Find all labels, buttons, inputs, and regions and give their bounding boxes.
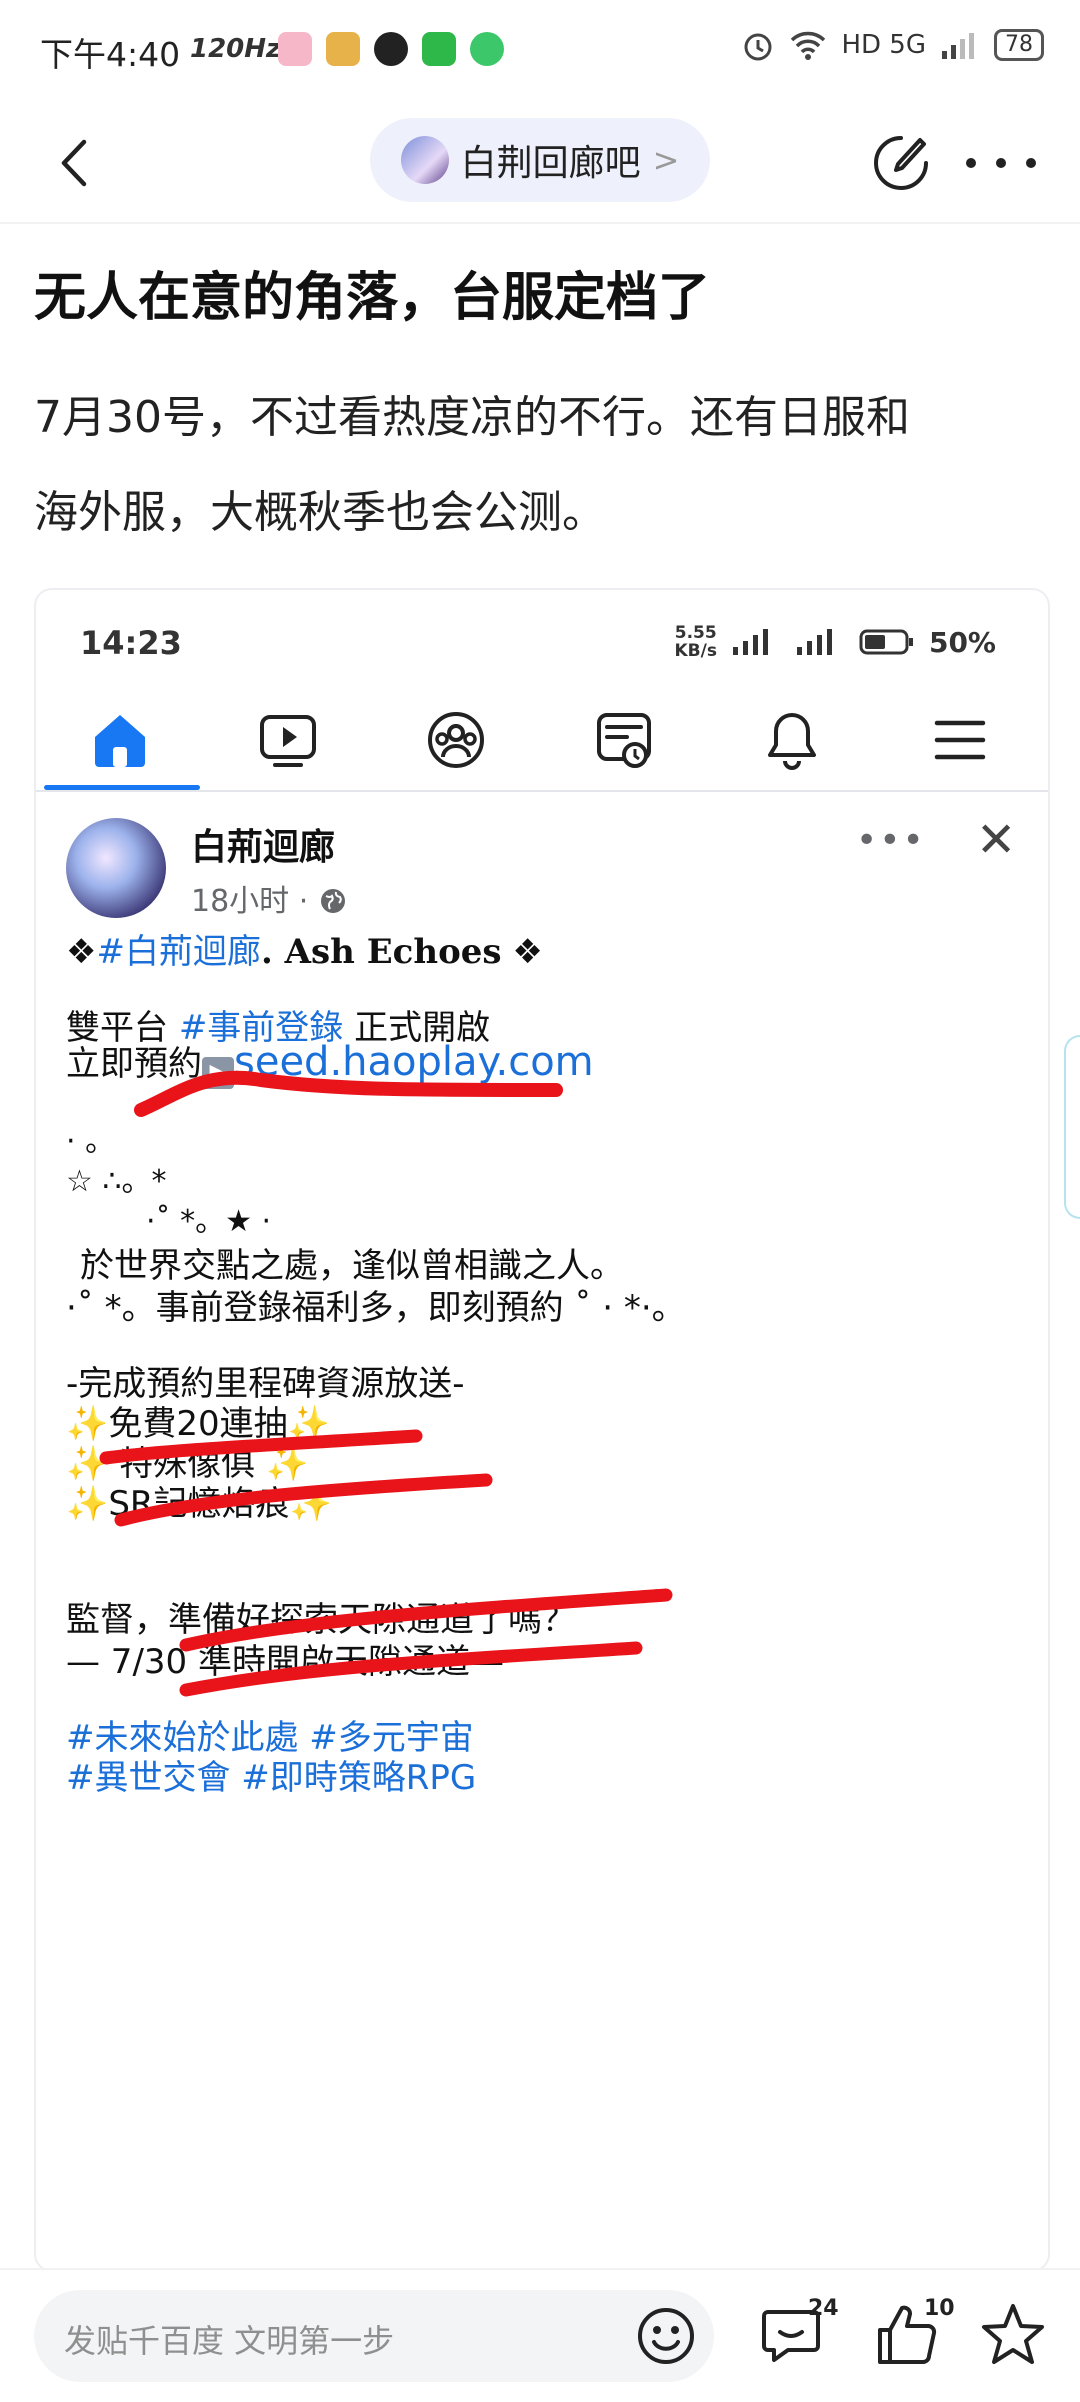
tab-video[interactable] [204, 690, 372, 790]
post-body-line: 7月30号，不过看热度凉的不行。还有日服和 [34, 392, 910, 443]
groups-icon [428, 712, 484, 768]
active-tab-indicator [44, 785, 200, 790]
signal-icon [942, 33, 974, 59]
post-more-icon[interactable]: ••• [856, 820, 926, 861]
comment-count: 24 [808, 2296, 839, 2321]
edit-icon[interactable] [870, 132, 932, 194]
post-time: 18小时 [191, 884, 290, 919]
battery-icon [859, 629, 913, 655]
page-avatar[interactable] [66, 818, 166, 918]
close-icon[interactable]: ✕ [976, 812, 1016, 868]
signal-icon [732, 629, 768, 655]
post-body: 7月30号，不过看热度凉的不行。还有日服和 海外服，大概秋季也会公测。 [34, 370, 1044, 560]
app-notification-icon [278, 32, 312, 66]
tab-groups[interactable] [372, 690, 540, 790]
screenshot-time: 14:23 [80, 624, 182, 662]
status-bar: 下午4:40 120Hz HD 5G 78 [0, 0, 1080, 100]
status-time: 下午4:40 [40, 35, 181, 74]
message-icon [470, 32, 504, 66]
screenshot-status-bar: 14:23 5.55 KB/s 50% [36, 590, 1048, 690]
decoration-text: ☆ ∴。* [66, 1164, 167, 1199]
wifi-icon [791, 31, 826, 60]
video-icon [260, 715, 316, 767]
signal-icon [796, 629, 832, 655]
sparkles-icon: ✨ [66, 1484, 109, 1524]
post-text-line: ·˚ *。事前登錄福利多，即刻預約 ˚ · *·。 [66, 1288, 686, 1328]
post-text-title-line: ❖#白荊迴廊. Ash Echoes ❖ [66, 932, 543, 972]
hamburger-menu-icon [934, 720, 986, 760]
forum-link-pill[interactable]: 白荆回廊吧 > [370, 118, 710, 202]
forum-name: 白荆回廊吧 [460, 143, 641, 184]
tab-marketplace[interactable] [540, 690, 708, 790]
play-button-emoji: ▶ [202, 1057, 234, 1089]
top-nav-bar: 白荆回廊吧 > [0, 110, 1080, 220]
back-arrow-icon[interactable] [40, 128, 110, 198]
feed-icon [597, 713, 651, 768]
qq-icon [374, 32, 408, 66]
comment-input[interactable]: 发贴千百度 文明第一步 [34, 2290, 714, 2382]
decoration-text: ·˚ *。★ · [146, 1204, 272, 1239]
chevron-right-icon: > [652, 141, 680, 179]
reward-line: ✨SR記憶烙痕✨ [66, 1484, 332, 1524]
globe-icon [320, 889, 345, 913]
bottom-action-bar: 发贴千百度 文明第一步 24 10 [0, 2268, 1080, 2402]
comment-placeholder: 发贴千百度 文明第一步 [64, 2322, 395, 2360]
post-text-line: — 7/30 準時開啟天隙通道— [66, 1642, 504, 1682]
decoration-text: · 。 [66, 1124, 116, 1159]
embedded-screenshot-image[interactable]: 14:23 5.55 KB/s 50% 白荊迴廊 18小时 · ••• ✕ ❖#… [34, 588, 1050, 2272]
facebook-tab-bar [36, 690, 1048, 792]
hashtag[interactable]: #白荊迴廊 [96, 932, 261, 972]
battery-indicator: 78 [994, 29, 1044, 61]
network-speed: 5.55 KB/s [674, 623, 717, 661]
alarm-icon [744, 33, 772, 61]
hashtag-line[interactable]: #異世交會 #即時策略RPG [66, 1750, 476, 1799]
emoji-icon[interactable] [634, 2304, 698, 2368]
like-count: 10 [924, 2296, 955, 2321]
tab-menu[interactable] [876, 690, 1044, 790]
sparkle-icon: ❖ [66, 932, 97, 972]
sparkles-icon: ✨ [289, 1484, 332, 1524]
forum-avatar [400, 136, 449, 184]
star-icon[interactable] [978, 2300, 1048, 2370]
sparkle-icon: ❖ [512, 932, 543, 972]
bell-icon [768, 713, 816, 770]
network-label: HD 5G [841, 30, 926, 60]
page-name[interactable]: 白荊迴廊 [191, 818, 335, 870]
divider [0, 222, 1080, 224]
app-notification-icon [326, 32, 360, 66]
side-edge-handle[interactable] [1064, 1035, 1080, 1219]
reserve-link[interactable]: seed.haoplay.com [234, 1039, 594, 1085]
post-body-line: 海外服，大概秋季也会公测。 [34, 487, 606, 538]
screenshot-battery: 50% [928, 625, 996, 659]
post-text-line: 立即預約 ▶ seed.haoplay.com [66, 1036, 594, 1089]
tab-home[interactable] [36, 690, 204, 790]
tab-notifications[interactable] [708, 690, 876, 790]
more-options-icon[interactable] [966, 132, 1036, 194]
refresh-rate: 120Hz [190, 34, 282, 64]
wechat-icon [422, 32, 456, 66]
post-title: 无人在意的角落，台服定档了 [34, 268, 711, 328]
post-meta: 18小时 · [191, 876, 348, 920]
home-icon [95, 715, 145, 767]
